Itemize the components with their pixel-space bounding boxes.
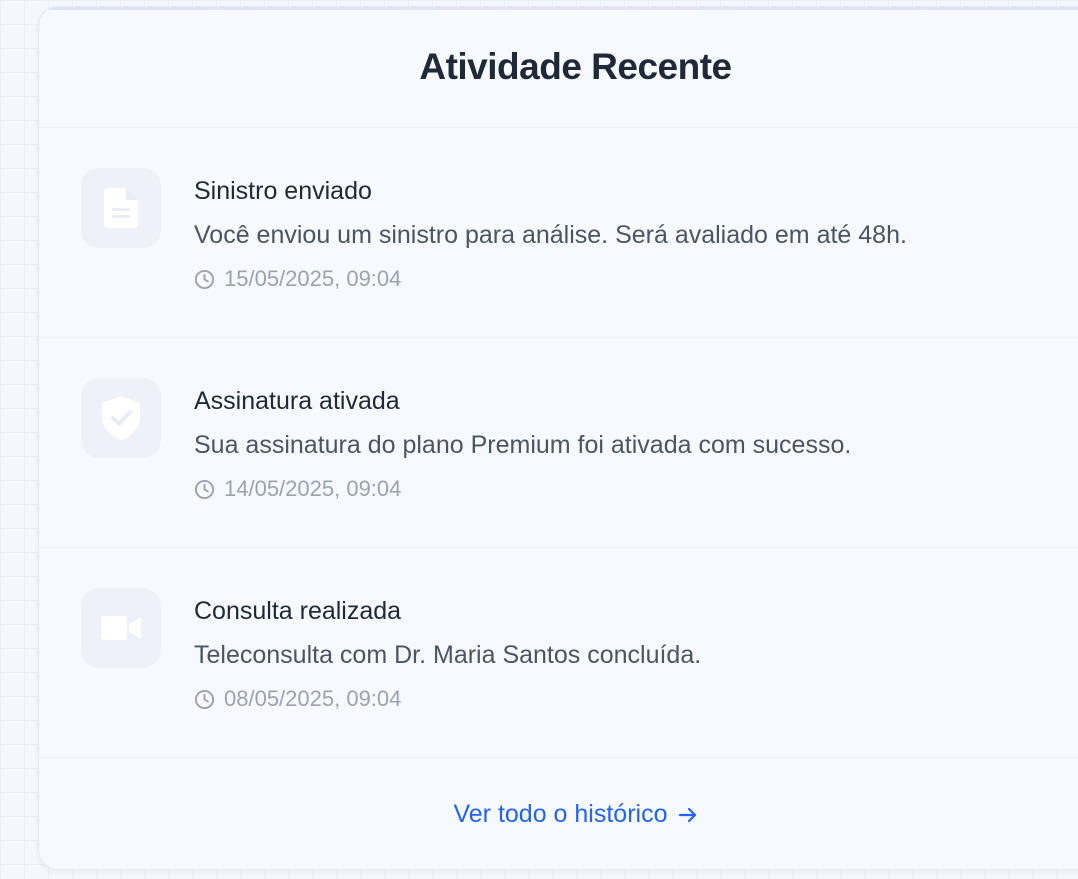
card-title: Atividade Recente [419, 46, 732, 87]
timestamp-text: 14/05/2025, 09:04 [224, 476, 402, 501]
activity-title: Sinistro enviado [194, 177, 372, 205]
activity-timestamp: 14/05/2025, 09:04 [194, 475, 1078, 503]
activity-title: Assinatura ativada [194, 387, 400, 415]
arrow-right-icon [678, 805, 698, 825]
activity-body: Assinatura ativada Sua assinatura do pla… [194, 385, 1078, 503]
document-icon [81, 168, 161, 248]
activity-item[interactable]: Sinistro enviado Você enviou um sinistro… [39, 128, 1078, 338]
activity-item[interactable]: Consulta realizada Teleconsulta com Dr. … [39, 548, 1078, 758]
shield-check-icon [81, 378, 161, 458]
clock-icon [194, 479, 215, 500]
activity-body: Consulta realizada Teleconsulta com Dr. … [194, 595, 1078, 713]
card-footer: Ver todo o histórico [39, 758, 1078, 869]
activity-description: Você enviou um sinistro para análise. Se… [194, 221, 907, 249]
card-header: Atividade Recente [39, 7, 1078, 128]
activity-list: Sinistro enviado Você enviou um sinistro… [39, 128, 1078, 758]
activity-body: Sinistro enviado Você enviou um sinistro… [194, 175, 1078, 293]
activity-item[interactable]: Assinatura ativada Sua assinatura do pla… [39, 338, 1078, 548]
video-camera-icon [81, 588, 161, 668]
activity-title: Consulta realizada [194, 597, 402, 625]
clock-icon [194, 269, 215, 290]
recent-activity-card: Atividade Recente Sinistro enviado Você … [38, 6, 1078, 870]
activity-timestamp: 15/05/2025, 09:04 [194, 265, 1078, 293]
view-all-history-label: Ver todo o histórico [453, 800, 668, 828]
clock-icon [194, 689, 215, 710]
activity-description: Sua assinatura do plano Premium foi ativ… [194, 431, 852, 459]
activity-description: Teleconsulta com Dr. Maria Santos conclu… [194, 641, 702, 669]
card-top-accent [39, 7, 1078, 10]
activity-timestamp: 08/05/2025, 09:04 [194, 685, 1078, 713]
timestamp-text: 08/05/2025, 09:04 [224, 686, 402, 711]
view-all-history-link[interactable]: Ver todo o histórico [439, 800, 697, 829]
timestamp-text: 15/05/2025, 09:04 [224, 266, 402, 291]
